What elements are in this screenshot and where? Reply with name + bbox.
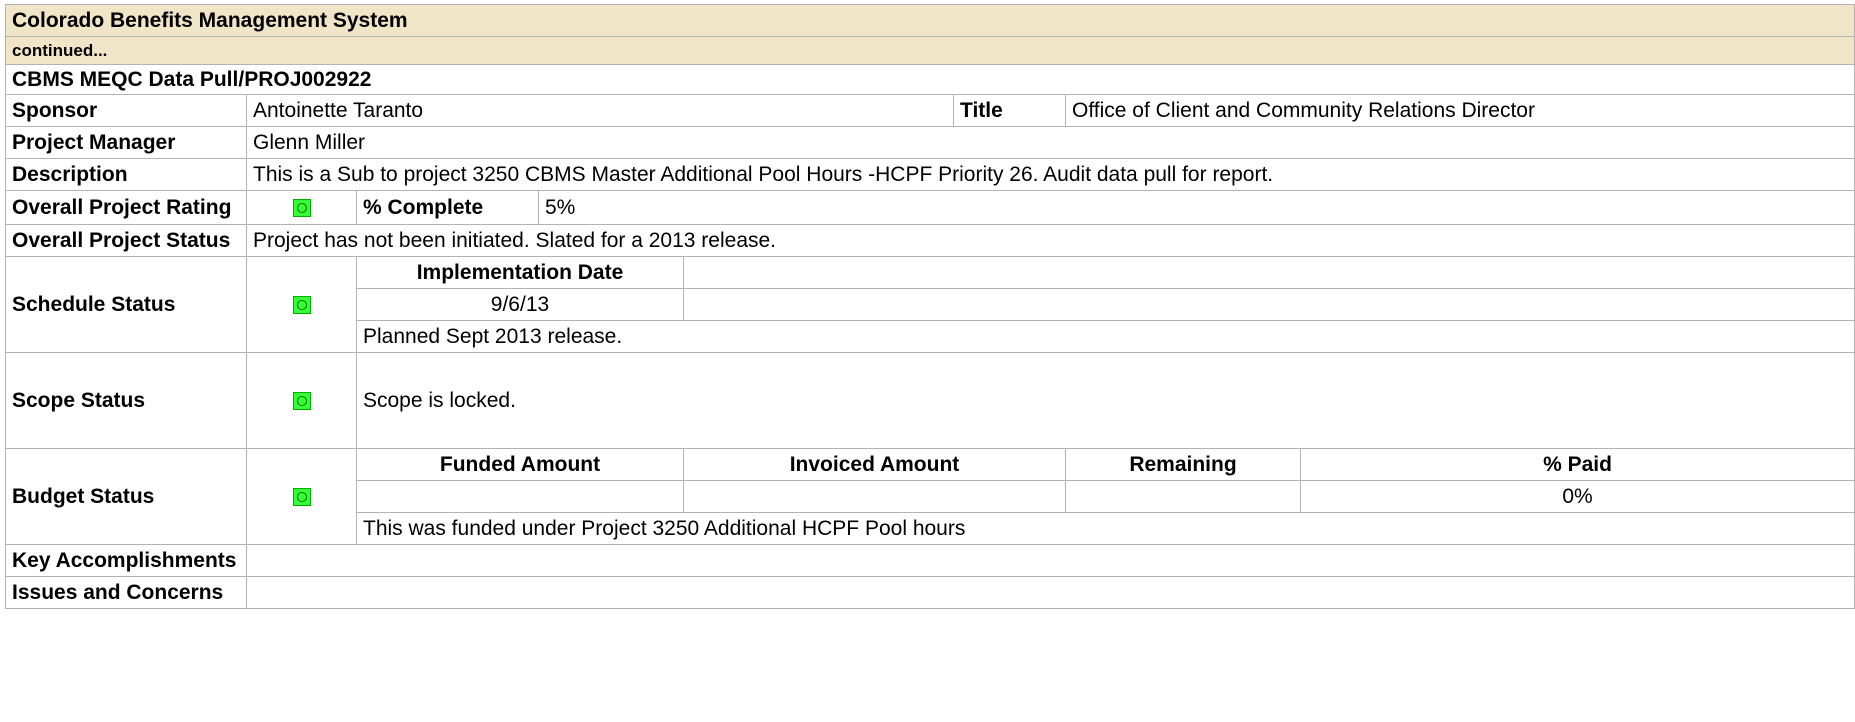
budget-status-icon: [292, 487, 311, 506]
project-title: CBMS MEQC Data Pull/PROJ002922: [4, 64, 1855, 95]
key-accomplishments-label: Key Accomplishments: [5, 544, 247, 577]
remaining-value: [1065, 480, 1301, 513]
overall-status-row: Overall Project Status Project has not b…: [5, 224, 1855, 257]
system-title-row: Colorado Benefits Management System: [4, 4, 1855, 37]
continued-label: continued...: [4, 36, 1855, 65]
scope-note: Scope is locked.: [355, 352, 1855, 449]
schedule-status-icon: [292, 295, 311, 314]
key-accomplishments-value: [245, 544, 1855, 577]
description-label: Description: [5, 158, 247, 191]
percent-complete-label: % Complete: [356, 190, 539, 225]
issues-row: Issues and Concerns: [5, 576, 1855, 609]
schedule-label: Schedule Status: [5, 256, 247, 353]
impl-date-header: Implementation Date: [356, 256, 684, 289]
schedule-row: Schedule Status Implementation Date: [5, 256, 1855, 353]
invoiced-amount-value: [683, 480, 1066, 513]
percent-complete-value: 5%: [537, 190, 1855, 225]
budget-status-cell: [246, 448, 357, 545]
sponsor-label: Sponsor: [5, 94, 247, 127]
funded-amount-header: Funded Amount: [356, 448, 684, 481]
key-accomplishments-row: Key Accomplishments: [5, 544, 1855, 577]
budget-header-row: Budget Status Funded Amount Invoiced Amo…: [5, 448, 1855, 545]
invoiced-amount-header: Invoiced Amount: [683, 448, 1066, 481]
scope-status-icon: [292, 391, 311, 410]
continued-row: continued...: [4, 36, 1855, 65]
percent-paid-value: 0%: [1299, 480, 1855, 513]
overall-rating-row: Overall Project Rating % Complete 5%: [5, 190, 1855, 225]
sponsor-row: Sponsor Antoinette Taranto Title Office …: [5, 94, 1855, 127]
overall-status-label: Overall Project Status: [5, 224, 247, 257]
issues-label: Issues and Concerns: [5, 576, 247, 609]
remaining-header: Remaining: [1065, 448, 1301, 481]
scope-status-cell: [246, 352, 357, 449]
project-title-row: CBMS MEQC Data Pull/PROJ002922: [4, 64, 1855, 95]
project-status-table: Colorado Benefits Management System cont…: [4, 4, 1855, 609]
overall-rating-label: Overall Project Rating: [5, 190, 247, 225]
title-label: Title: [953, 94, 1066, 127]
overall-rating-status-icon: [292, 198, 311, 217]
budget-note: This was funded under Project 3250 Addit…: [355, 512, 1855, 545]
scope-row: Scope Status Scope is locked.: [5, 352, 1855, 449]
project-manager-value: Glenn Miller: [245, 126, 1855, 159]
system-title: Colorado Benefits Management System: [4, 4, 1855, 37]
overall-rating-cell: [246, 190, 357, 225]
schedule-empty-cell-2: [682, 288, 1855, 321]
impl-date-value: 9/6/13: [356, 288, 684, 321]
description-row: Description This is a Sub to project 325…: [5, 158, 1855, 191]
description-value: This is a Sub to project 3250 CBMS Maste…: [245, 158, 1855, 191]
percent-paid-header: % Paid: [1299, 448, 1855, 481]
schedule-note: Planned Sept 2013 release.: [355, 320, 1855, 353]
project-manager-row: Project Manager Glenn Miller: [5, 126, 1855, 159]
project-manager-label: Project Manager: [5, 126, 247, 159]
sponsor-value: Antoinette Taranto: [246, 94, 954, 127]
overall-status-value: Project has not been initiated. Slated f…: [245, 224, 1855, 257]
scope-label: Scope Status: [5, 352, 247, 449]
funded-amount-value: [356, 480, 684, 513]
schedule-empty-cell: [682, 256, 1855, 289]
issues-value: [245, 576, 1855, 609]
title-value: Office of Client and Community Relations…: [1064, 94, 1855, 127]
budget-label: Budget Status: [5, 448, 247, 545]
schedule-status-cell: [246, 256, 357, 353]
